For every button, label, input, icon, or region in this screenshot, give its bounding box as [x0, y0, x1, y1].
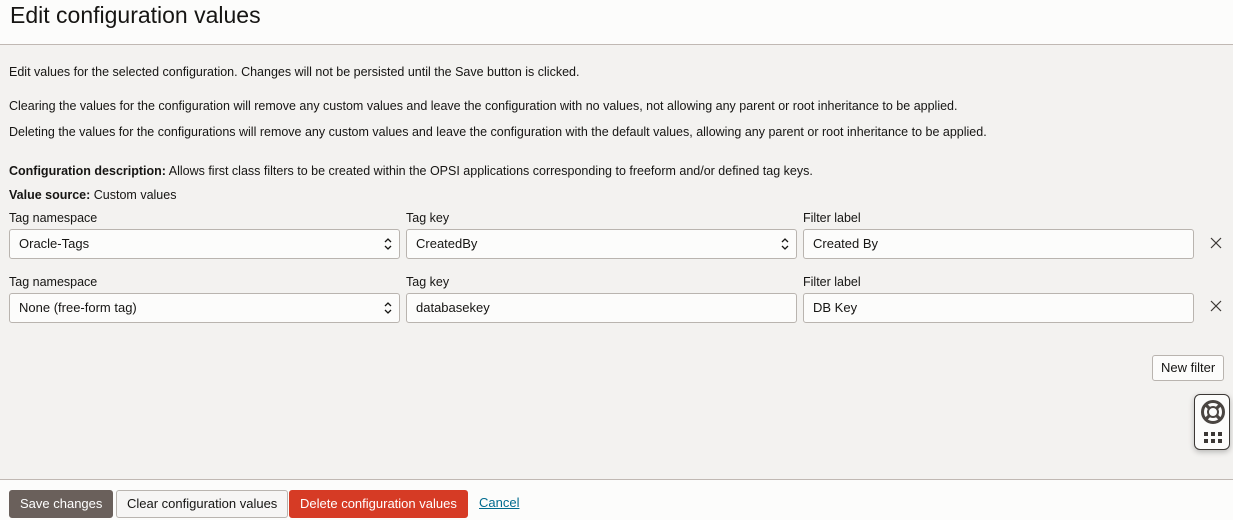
remove-filter-button[interactable]: [1206, 296, 1226, 316]
chevron-up-down-icon: [781, 238, 789, 250]
filter-label-value: DB Key: [813, 300, 858, 315]
close-icon: [1210, 237, 1222, 249]
lifebuoy-icon[interactable]: [1200, 399, 1226, 425]
tag-key-value: CreatedBy: [416, 236, 478, 251]
tag-key-input[interactable]: databasekey: [406, 293, 797, 323]
footer-actions: Save changes Clear configuration values …: [0, 479, 1233, 520]
description-value: Allows first class filters to be created…: [168, 164, 813, 178]
tag-namespace-label: Tag namespace: [9, 211, 98, 225]
delete-explanation: Deleting the values for the configuratio…: [9, 125, 987, 139]
filter-label-input[interactable]: DB Key: [803, 293, 1194, 323]
tag-key-value: databasekey: [416, 300, 490, 315]
tag-namespace-select[interactable]: None (free-form tag): [9, 293, 400, 323]
tag-namespace-select[interactable]: Oracle-Tags: [9, 229, 400, 259]
grid-icon[interactable]: [1204, 432, 1222, 444]
value-source-label: Value source:: [9, 188, 91, 202]
page-title: Edit configuration values: [10, 2, 261, 28]
remove-filter-button[interactable]: [1206, 233, 1226, 253]
filter-label-label: Filter label: [803, 275, 861, 289]
value-source: Value source: Custom values: [9, 187, 176, 203]
chevron-up-down-icon: [384, 238, 392, 250]
filter-label-input[interactable]: Created By: [803, 229, 1194, 259]
filter-label-value: Created By: [813, 236, 879, 251]
tag-key-label: Tag key: [406, 211, 450, 225]
delete-configuration-button[interactable]: Delete configuration values: [289, 490, 468, 518]
clear-configuration-button[interactable]: Clear configuration values: [116, 490, 289, 518]
clear-explanation: Clearing the values for the configuratio…: [9, 99, 958, 113]
tag-namespace-label: Tag namespace: [9, 275, 98, 289]
tag-namespace-value: None (free-form tag): [19, 300, 137, 315]
tag-namespace-value: Oracle-Tags: [19, 236, 90, 251]
intro-text: Edit values for the selected configurati…: [9, 65, 580, 79]
value-source-value: Custom values: [93, 188, 177, 202]
configuration-description: Configuration description: Allows first …: [9, 163, 813, 179]
cancel-link[interactable]: Cancel: [479, 495, 519, 510]
new-filter-button[interactable]: New filter: [1152, 355, 1225, 381]
save-changes-button[interactable]: Save changes: [9, 490, 114, 518]
page-header: Edit configuration values: [0, 0, 1233, 45]
description-label: Configuration description:: [9, 164, 166, 178]
help-widget[interactable]: [1194, 394, 1230, 450]
close-icon: [1210, 300, 1222, 312]
tag-key-select[interactable]: CreatedBy: [406, 229, 797, 259]
filter-label-label: Filter label: [803, 211, 861, 225]
chevron-up-down-icon: [384, 302, 392, 314]
tag-key-label: Tag key: [406, 275, 450, 289]
